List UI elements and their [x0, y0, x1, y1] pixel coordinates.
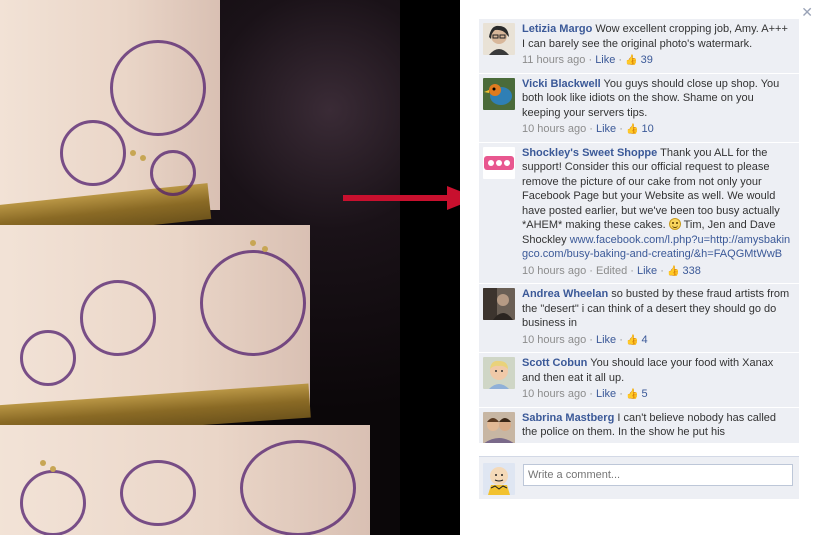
- person-photo-avatar[interactable]: [483, 288, 515, 320]
- red-arrow-icon: [343, 186, 477, 210]
- comment-author[interactable]: Andrea Wheelan: [522, 288, 608, 300]
- comment-meta: 11 hours ago · Like · 👍 39: [522, 54, 653, 66]
- comment-time[interactable]: 10 hours ago: [522, 265, 586, 277]
- comment-item: Andrea Wheelan so busted by these fraud …: [479, 284, 799, 353]
- like-link[interactable]: Like: [596, 388, 616, 400]
- like-count[interactable]: 39: [641, 54, 653, 66]
- comment-meta: 10 hours ago · Like · 👍 10: [522, 123, 654, 135]
- like-count[interactable]: 5: [641, 388, 647, 400]
- comment-meta: 10 hours ago · Edited · Like · 👍 338: [522, 264, 701, 277]
- comment-item: Shockley's Sweet Shoppe Thank you ALL fo…: [479, 142, 799, 284]
- comment-item: Scott Cobun You should lace your food wi…: [479, 353, 799, 408]
- like-link[interactable]: Like: [596, 123, 616, 135]
- comment-meta: 10 hours ago · Like · 👍 5: [522, 388, 648, 400]
- comment-time[interactable]: 10 hours ago: [522, 388, 586, 400]
- comment-item: Letizia Margo Wow excellent cropping job…: [479, 19, 799, 74]
- photo-background: [400, 0, 460, 535]
- thumbs-up-icon[interactable]: 👍: [667, 266, 679, 277]
- like-link[interactable]: Like: [595, 54, 615, 66]
- comment-author[interactable]: Letizia Margo: [522, 23, 592, 35]
- edited-label[interactable]: Edited: [596, 265, 627, 277]
- comment-item: Sabrina Mastberg I can't believe nobody …: [479, 407, 799, 444]
- comment-list: Letizia Margo Wow excellent cropping job…: [479, 19, 818, 444]
- comment-author[interactable]: Scott Cobun: [522, 357, 587, 369]
- like-count[interactable]: 10: [641, 123, 653, 135]
- like-count[interactable]: 4: [641, 334, 647, 346]
- woman-with-glasses-avatar[interactable]: [483, 23, 515, 55]
- comment-time[interactable]: 10 hours ago: [522, 334, 586, 346]
- sweet-shoppe-logo-avatar[interactable]: [483, 146, 515, 179]
- thumbs-up-icon[interactable]: 👍: [626, 389, 638, 400]
- cake-photo: [0, 0, 400, 535]
- cartoon-character-avatar: [483, 463, 515, 495]
- like-link[interactable]: Like: [596, 334, 616, 346]
- thumbs-up-icon[interactable]: 👍: [625, 55, 637, 66]
- bird-avatar[interactable]: [483, 77, 515, 110]
- people-photo-avatar[interactable]: [483, 411, 515, 443]
- like-count[interactable]: 338: [682, 265, 700, 277]
- comment-author[interactable]: Vicki Blackwell: [522, 78, 601, 90]
- close-icon[interactable]: ✕: [801, 4, 813, 20]
- comment-author[interactable]: Shockley's Sweet Shoppe: [522, 147, 657, 159]
- comment-input[interactable]: [523, 464, 793, 486]
- thumbs-up-icon[interactable]: 👍: [626, 124, 638, 135]
- smiley-emoticon-icon: [668, 218, 681, 230]
- thumbs-up-icon[interactable]: 👍: [626, 335, 638, 346]
- comment-meta: 10 hours ago · Like · 👍 4: [522, 333, 648, 346]
- comment-time[interactable]: 11 hours ago: [522, 54, 585, 66]
- comment-author[interactable]: Sabrina Mastberg: [522, 412, 614, 424]
- comment-item: Vicki Blackwell You guys should close up…: [479, 73, 799, 143]
- comment-compose-box: [479, 456, 799, 499]
- child-photo-avatar[interactable]: [483, 357, 515, 389]
- like-link[interactable]: Like: [637, 265, 657, 277]
- comment-time[interactable]: 10 hours ago: [522, 123, 586, 135]
